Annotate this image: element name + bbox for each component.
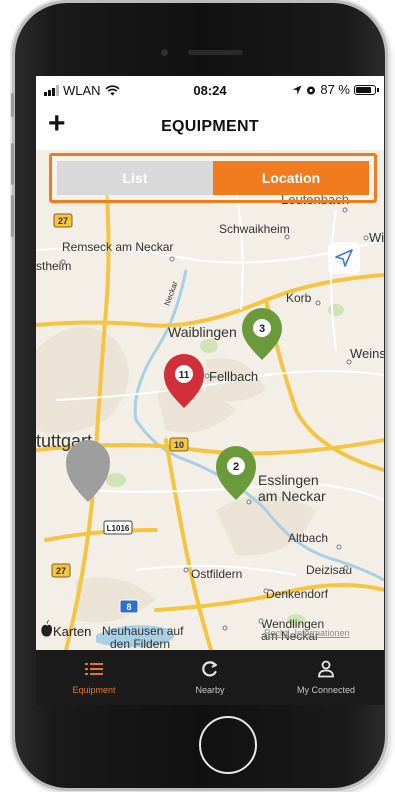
place-label: Neuhausen auf: [102, 624, 184, 638]
battery-percent: 87 %: [320, 82, 350, 97]
place-label: Korb: [286, 291, 312, 305]
app-screen: WLAN 08:24 87 % + EQUIPMENT Leutenbach S…: [36, 76, 384, 705]
view-segmented-control: List Location: [49, 153, 377, 203]
place-label: Esslingen: [258, 472, 319, 488]
place-label: stheim: [36, 259, 71, 273]
marker-count: 11: [179, 370, 190, 381]
tab-label: Nearby: [195, 685, 225, 695]
person-icon: [318, 660, 334, 678]
page-title: EQUIPMENT: [161, 118, 259, 135]
road-badge: 27: [53, 213, 73, 228]
road-badge-label: 8: [126, 602, 131, 612]
volume-down-button: [11, 195, 14, 237]
navigation-bar: + EQUIPMENT: [36, 104, 384, 150]
place-label: Denkendorf: [266, 587, 329, 601]
road-badge: 8: [119, 599, 139, 614]
status-bar: WLAN 08:24 87 %: [36, 76, 384, 104]
tab-label: My Connected: [296, 685, 356, 695]
segment-location[interactable]: Location: [213, 161, 369, 195]
place-label: Ostfildern: [191, 567, 242, 581]
place-label: Fellbach: [209, 369, 258, 384]
refresh-icon: [202, 661, 217, 677]
road-badge-label: 27: [56, 566, 66, 576]
road-badge-label: 10: [174, 440, 184, 450]
list-icon: [85, 663, 103, 675]
road-badge: 10: [169, 437, 189, 452]
locate-me-button[interactable]: [328, 242, 360, 274]
place-label: Altbach: [288, 531, 328, 545]
bottom-tab-bar: Equipment Nearby My Connected: [36, 650, 384, 705]
place-label: Waiblingen: [168, 324, 237, 340]
place-label: Wi: [369, 230, 384, 245]
road-badge-label: 27: [58, 216, 68, 226]
road-badge-label: L1016: [107, 524, 130, 533]
road-badge: 27: [51, 563, 71, 578]
front-camera: [161, 49, 168, 56]
home-button[interactable]: [199, 716, 257, 774]
map-view[interactable]: Leutenbach Schwaikheim Wi Remseck am Nec…: [36, 150, 384, 650]
earpiece-speaker: [188, 50, 243, 55]
place-label: Remseck am Neckar: [62, 240, 173, 254]
tab-nearby[interactable]: Nearby: [152, 650, 268, 705]
mute-switch: [11, 93, 14, 117]
status-right: 87 %: [292, 82, 379, 97]
maps-logo-text: Karten: [53, 624, 91, 639]
marker-count: 3: [259, 323, 265, 335]
place-label: Schwaikheim: [219, 222, 290, 236]
tab-equipment[interactable]: Equipment: [36, 650, 152, 705]
road-badge: L1016: [103, 520, 133, 535]
battery-icon: [354, 84, 379, 95]
alarm-icon: [307, 86, 316, 94]
volume-up-button: [11, 143, 14, 185]
legal-link[interactable]: Rechtl. Informationen: [264, 628, 350, 638]
place-label: am Neckar: [258, 488, 326, 504]
segment-list[interactable]: List: [57, 161, 213, 195]
tab-label: Equipment: [72, 685, 116, 695]
marker-count: 2: [233, 461, 239, 473]
tab-my-connected[interactable]: My Connected: [268, 650, 384, 705]
location-arrow-icon: [292, 85, 302, 94]
place-label: den Fildern: [110, 637, 170, 650]
place-label: Weins: [350, 346, 384, 361]
